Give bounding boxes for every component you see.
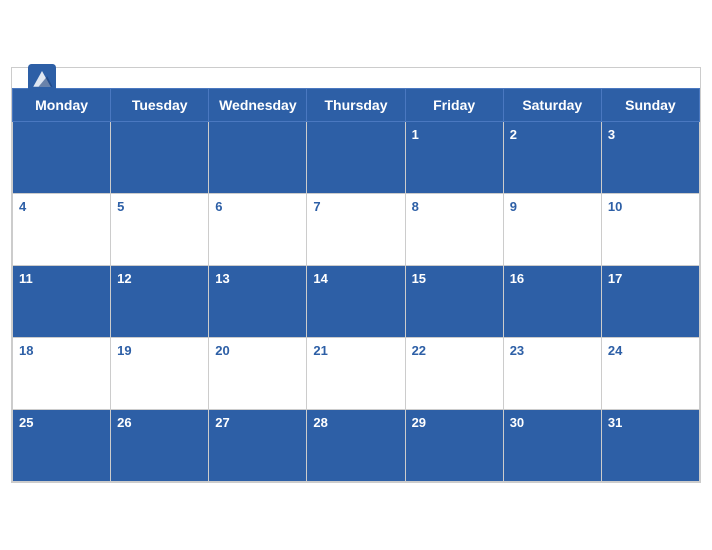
calendar-cell: 13: [209, 266, 307, 338]
calendar-cell: 25: [13, 410, 111, 482]
calendar-cell: 22: [405, 338, 503, 410]
calendar-cell: 2: [503, 122, 601, 194]
date-number: 31: [608, 415, 622, 430]
calendar-header: [12, 68, 700, 88]
date-number: 22: [412, 343, 426, 358]
calendar-cell: 19: [111, 338, 209, 410]
date-number: 6: [215, 199, 222, 214]
day-header-friday: Friday: [405, 89, 503, 122]
week-row-4: 18 19 20 21 22 23 24: [13, 338, 700, 410]
date-number: 7: [313, 199, 320, 214]
date-number: 5: [117, 199, 124, 214]
calendar-cell: [307, 122, 405, 194]
calendar-cell: 29: [405, 410, 503, 482]
date-number: 27: [215, 415, 229, 430]
calendar-cell: 5: [111, 194, 209, 266]
date-number: 9: [510, 199, 517, 214]
date-number: 14: [313, 271, 327, 286]
calendar-cell: 4: [13, 194, 111, 266]
date-number: 25: [19, 415, 33, 430]
calendar-cell: 14: [307, 266, 405, 338]
calendar-cell: 12: [111, 266, 209, 338]
calendar-container: MondayTuesdayWednesdayThursdayFridaySatu…: [11, 67, 701, 483]
calendar-cell: 7: [307, 194, 405, 266]
date-number: 1: [412, 127, 419, 142]
day-header-sunday: Sunday: [601, 89, 699, 122]
week-row-3: 11 12 13 14 15 16 17: [13, 266, 700, 338]
calendar-cell: 8: [405, 194, 503, 266]
date-number: 18: [19, 343, 33, 358]
calendar-cell: 1: [405, 122, 503, 194]
date-number: 16: [510, 271, 524, 286]
calendar-cell: 21: [307, 338, 405, 410]
calendar-cell: 23: [503, 338, 601, 410]
calendar-cell: 20: [209, 338, 307, 410]
calendar-cell: 10: [601, 194, 699, 266]
day-header-wednesday: Wednesday: [209, 89, 307, 122]
week-row-5: 25 26 27 28 29 30 31: [13, 410, 700, 482]
date-number: 8: [412, 199, 419, 214]
calendar-cell: 28: [307, 410, 405, 482]
calendar-cell: 26: [111, 410, 209, 482]
calendar-cell: 16: [503, 266, 601, 338]
day-header-thursday: Thursday: [307, 89, 405, 122]
calendar-cell: 27: [209, 410, 307, 482]
day-header-monday: Monday: [13, 89, 111, 122]
calendar-cell: [111, 122, 209, 194]
calendar-cell: 24: [601, 338, 699, 410]
week-row-1: 1 2 3: [13, 122, 700, 194]
brand-icon: [28, 64, 56, 92]
date-number: 19: [117, 343, 131, 358]
calendar-cell: 6: [209, 194, 307, 266]
date-number: 29: [412, 415, 426, 430]
calendar-cell: 18: [13, 338, 111, 410]
date-number: 24: [608, 343, 622, 358]
date-number: 21: [313, 343, 327, 358]
calendar-cell: 3: [601, 122, 699, 194]
calendar-cell: [13, 122, 111, 194]
date-number: 26: [117, 415, 131, 430]
week-row-2: 4 5 6 7 8 9 10: [13, 194, 700, 266]
day-header-tuesday: Tuesday: [111, 89, 209, 122]
calendar-cell: 9: [503, 194, 601, 266]
date-number: 4: [19, 199, 26, 214]
date-number: 28: [313, 415, 327, 430]
date-number: 15: [412, 271, 426, 286]
calendar-cell: 17: [601, 266, 699, 338]
calendar-table: MondayTuesdayWednesdayThursdayFridaySatu…: [12, 88, 700, 482]
day-header-saturday: Saturday: [503, 89, 601, 122]
date-number: 2: [510, 127, 517, 142]
calendar-cell: 15: [405, 266, 503, 338]
date-number: 10: [608, 199, 622, 214]
date-number: 12: [117, 271, 131, 286]
day-headers-row: MondayTuesdayWednesdayThursdayFridaySatu…: [13, 89, 700, 122]
date-number: 20: [215, 343, 229, 358]
date-number: 17: [608, 271, 622, 286]
date-number: 3: [608, 127, 615, 142]
date-number: 11: [19, 271, 33, 286]
calendar-cell: [209, 122, 307, 194]
date-number: 13: [215, 271, 229, 286]
date-number: 30: [510, 415, 524, 430]
brand-logo: [28, 64, 60, 92]
calendar-cell: 11: [13, 266, 111, 338]
date-number: 23: [510, 343, 524, 358]
calendar-cell: 31: [601, 410, 699, 482]
calendar-cell: 30: [503, 410, 601, 482]
